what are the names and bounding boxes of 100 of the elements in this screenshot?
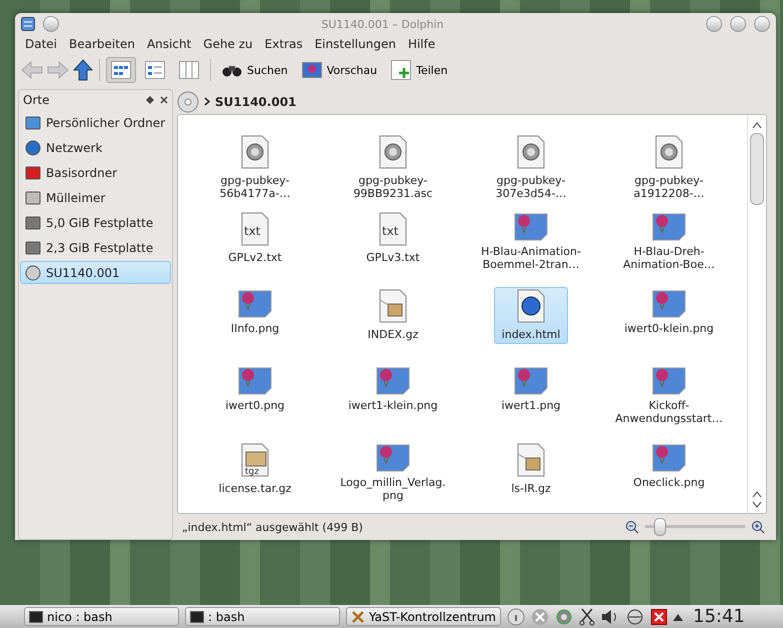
file-name: INDEX.gz: [366, 328, 420, 341]
menu-item[interactable]: Hilfe: [402, 37, 442, 51]
scroll-up-icon[interactable]: [752, 490, 762, 498]
file-item[interactable]: gpg-pubkey-a1912208-…: [606, 133, 732, 203]
clock: 15:41: [693, 606, 745, 627]
terminal-icon: [29, 610, 43, 622]
menu-item[interactable]: Bearbeiten: [63, 37, 141, 51]
file-item[interactable]: H-Blau-Animation-Boemmel-2tran…: [468, 210, 594, 274]
menu-item[interactable]: Extras: [258, 37, 309, 51]
file-item[interactable]: Kickoff-Anwendungsstart…: [606, 364, 732, 428]
file-name: H-Blau-Animation-Boemmel-2tran…: [480, 245, 582, 271]
scissors-icon[interactable]: [579, 608, 595, 626]
breadcrumb-item[interactable]: SU1140.001: [215, 94, 296, 108]
file-name: index.html: [500, 328, 562, 341]
panel-title: Orte: [23, 93, 50, 107]
toolbar-button[interactable]: Vorschau: [296, 57, 382, 83]
menu-item[interactable]: Ansicht: [140, 37, 198, 51]
pin-button[interactable]: [43, 16, 59, 32]
file-name: Logo_millin_Verlag.png: [339, 476, 447, 502]
place-item[interactable]: Basisordner: [20, 161, 171, 184]
file-name: iwert0-klein.png: [623, 322, 715, 335]
place-item[interactable]: Netzwerk: [20, 136, 171, 159]
close-icon[interactable]: [651, 608, 667, 624]
close-icon[interactable]: [160, 96, 168, 104]
file-item[interactable]: H-Blau-Dreh-Animation-Boe…: [606, 210, 732, 274]
file-name: GPLv2.txt: [227, 251, 283, 264]
file-item[interactable]: gpg-pubkey-56b4177a-…: [192, 133, 318, 203]
menu-item[interactable]: Gehe zu: [197, 37, 259, 51]
drive-icon: [25, 240, 41, 256]
minimize-button[interactable]: [706, 16, 722, 32]
place-item[interactable]: SU1140.001: [20, 261, 171, 284]
tools-icon: [351, 610, 365, 624]
file-item[interactable]: iwert0-klein.png: [616, 287, 722, 338]
file-name: Oneclick.png: [632, 476, 706, 489]
place-item[interactable]: Persönlicher Ordner: [20, 111, 171, 134]
toolbar-button[interactable]: Teilen: [386, 57, 453, 83]
up-arrow-icon[interactable]: [73, 59, 93, 81]
image-file-icon: [652, 288, 686, 318]
file-name: iwert1.png: [500, 399, 562, 412]
image-icon: [302, 62, 322, 78]
file-name: gpg-pubkey-307e3d54-…: [494, 174, 568, 200]
file-item[interactable]: txt GPLv2.txt: [220, 210, 290, 267]
image-file-icon: [376, 365, 410, 395]
file-item[interactable]: ls-IR.gz: [503, 441, 559, 498]
maximize-button[interactable]: [730, 16, 746, 32]
file-item[interactable]: gpg-pubkey-99BB9231.asc: [330, 133, 456, 203]
scrollbar[interactable]: [747, 115, 766, 513]
file-name: GPLv3.txt: [365, 251, 421, 264]
slider-thumb[interactable]: [654, 518, 666, 536]
file-item[interactable]: iwert1.png: [493, 364, 569, 415]
file-item[interactable]: INDEX.gz: [360, 287, 426, 344]
zoom-in-icon[interactable]: [751, 520, 765, 534]
menu-item[interactable]: Einstellungen: [308, 37, 402, 51]
file-item[interactable]: txt GPLv3.txt: [358, 210, 428, 267]
binoculars-icon: [222, 63, 242, 77]
menu-item[interactable]: Datei: [19, 37, 64, 51]
info-icon[interactable]: [507, 608, 525, 626]
disc-icon: [25, 264, 41, 280]
image-file-icon: [514, 211, 548, 241]
chevron-icon: [204, 97, 210, 106]
columns-view-icon: [179, 61, 199, 79]
close-button[interactable]: [754, 16, 770, 32]
file-item[interactable]: gpg-pubkey-307e3d54-…: [468, 133, 594, 203]
place-item[interactable]: 5,0 GiB Festplatte: [20, 211, 171, 234]
file-item[interactable]: IInfo.png: [222, 287, 288, 338]
scroll-down-icon[interactable]: [752, 501, 762, 509]
file-name: ls-IR.gz: [510, 482, 552, 495]
task-button[interactable]: YaST-Kontrollzentrum: [346, 607, 501, 626]
image-file-icon: [376, 442, 410, 472]
file-item[interactable]: iwert1-klein.png: [340, 364, 446, 415]
globe-icon: [25, 140, 41, 156]
task-button[interactable]: : bash: [185, 607, 340, 626]
file-item[interactable]: Logo_millin_Verlag.png: [330, 441, 456, 505]
zoom-out-icon[interactable]: [625, 520, 639, 534]
image-file-icon: [652, 442, 686, 472]
file-item[interactable]: Oneclick.png: [625, 441, 713, 492]
toolbar-button[interactable]: Suchen: [217, 57, 293, 83]
scroll-up-icon[interactable]: [752, 121, 762, 129]
float-icon[interactable]: [146, 96, 154, 104]
file-name: license.tar.gz: [218, 482, 292, 495]
window-menu-icon[interactable]: [21, 17, 35, 31]
place-item[interactable]: Mülleimer: [20, 186, 171, 209]
file-item[interactable]: iwert0.png: [217, 364, 293, 415]
place-item[interactable]: 2,3 GiB Festplatte: [20, 236, 171, 259]
image-file-icon: [238, 288, 272, 318]
drive-icon: [25, 214, 41, 230]
terminal-icon: [190, 610, 204, 622]
selected-file-item[interactable]: index.html: [494, 287, 568, 344]
file-name: IInfo.png: [230, 322, 280, 335]
image-file-icon: [652, 365, 686, 395]
speaker-icon[interactable]: [601, 608, 619, 624]
image-file-icon: [652, 211, 686, 241]
image-file-icon: [238, 365, 272, 395]
task-button[interactable]: nico : bash: [24, 607, 179, 626]
file-name: gpg-pubkey-a1912208-…: [632, 174, 706, 200]
file-name: Kickoff-Anwendungsstart…: [614, 399, 724, 425]
view-mode-button[interactable]: [106, 57, 136, 83]
scrollbar-thumb[interactable]: [750, 133, 764, 205]
triangle-up-icon[interactable]: [673, 612, 683, 620]
file-item[interactable]: tgz license.tar.gz: [210, 441, 300, 498]
